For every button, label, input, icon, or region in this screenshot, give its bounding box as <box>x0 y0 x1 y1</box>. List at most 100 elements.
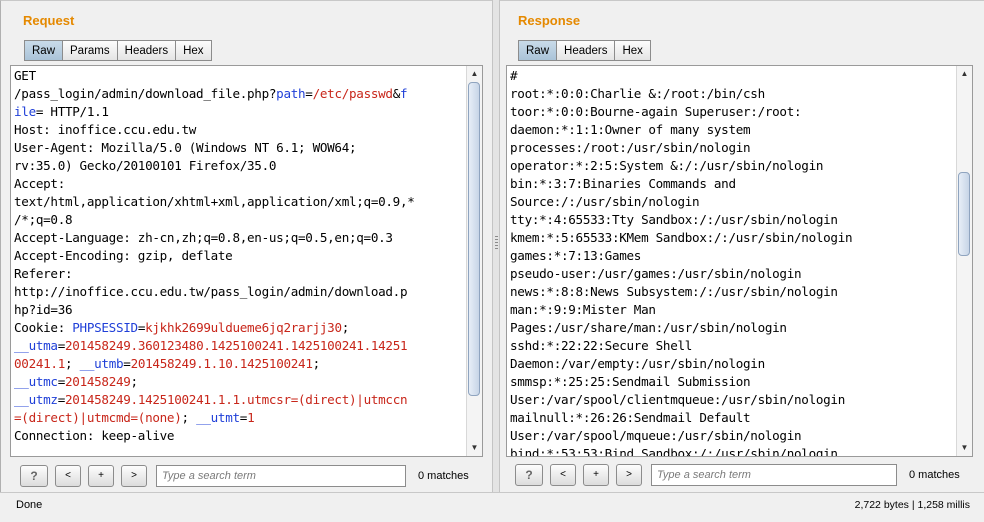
text-segment: man:*:9:9:Mister Man <box>510 302 656 317</box>
text-segment: kmem:*:5:65533:KMem Sandbox:/:/usr/sbin/… <box>510 230 853 245</box>
text-segment: User-Agent: Mozilla/5.0 (Windows NT 6.1;… <box>14 140 357 155</box>
response-search-input[interactable]: Type a search term <box>651 464 897 486</box>
request-scrollbar[interactable]: ▲ ▼ <box>466 66 482 456</box>
text-line: /*;q=0.8 <box>14 211 465 229</box>
text-segment: text/html,application/xhtml+xml,applicat… <box>14 194 415 209</box>
grip-icon[interactable] <box>495 236 498 250</box>
text-segment: = HTTP/1.1 <box>35 104 109 119</box>
text-segment: pseudo-user:/usr/games:/usr/sbin/nologin <box>510 266 802 281</box>
text-segment: = <box>57 374 66 389</box>
request-editor[interactable]: GET/pass_login/admin/download_file.php?p… <box>10 65 483 457</box>
text-segment: PHPSESSID <box>72 320 138 335</box>
request-search-input[interactable]: Type a search term <box>156 465 406 487</box>
text-line: ile= HTTP/1.1 <box>14 103 465 121</box>
text-segment: mailnull:*:26:26:Sendmail Default <box>510 410 751 425</box>
text-segment: ; <box>181 410 197 425</box>
text-segment: = <box>137 320 146 335</box>
text-line: Host: inoffice.ccu.edu.tw <box>14 121 465 139</box>
text-segment: __utmt <box>196 410 240 425</box>
request-tab-headers[interactable]: Headers <box>117 40 177 61</box>
text-segment: __utmc <box>14 374 58 389</box>
text-line: text/html,application/xhtml+xml,applicat… <box>14 193 465 211</box>
text-segment: Source:/:/usr/sbin/nologin <box>510 194 700 209</box>
text-line: Referer: <box>14 265 465 283</box>
response-add-button[interactable]: + <box>583 464 609 486</box>
text-line: Daemon:/var/empty:/usr/sbin/nologin <box>510 355 955 373</box>
text-segment: 201458249.1.10.1425100241 <box>130 356 313 371</box>
response-tab-headers[interactable]: Headers <box>557 40 616 61</box>
text-line: toor:*:0:0:Bourne-again Superuser:/root: <box>510 103 955 121</box>
text-segment: Pages:/usr/share/man:/usr/sbin/nologin <box>510 320 787 335</box>
response-tabs: Raw Headers Hex <box>518 40 651 61</box>
text-line: bin:*:3:7:Binaries Commands and <box>510 175 955 193</box>
text-line: # <box>510 67 955 85</box>
status-text: Done <box>16 499 43 511</box>
request-add-button[interactable]: + <box>88 465 114 487</box>
text-line: news:*:8:8:News Subsystem:/:/usr/sbin/no… <box>510 283 955 301</box>
text-line: 00241.1; __utmb=201458249.1.10.142510024… <box>14 355 465 373</box>
text-segment: hp?id=36 <box>14 302 73 317</box>
request-next-button[interactable]: > <box>121 465 147 487</box>
text-segment: 201458249.1425100241.1.1.utmcsr=(direct)… <box>65 392 408 407</box>
text-segment: bind:*:53:53:Bind Sandbox:/:/usr/sbin/no… <box>510 446 838 457</box>
response-text[interactable]: # root:*:0:0:Charlie &:/root:/bin/csh toor… <box>510 67 955 457</box>
response-scroll-thumb[interactable] <box>958 172 970 256</box>
text-segment: smmsp:*:25:25:Sendmail Submission <box>510 374 751 389</box>
text-segment: ile <box>14 104 36 119</box>
response-editor[interactable]: # root:*:0:0:Charlie &:/root:/bin/csh toor… <box>506 65 973 457</box>
text-segment: sshd:*:22:22:Secure Shell <box>510 338 693 353</box>
text-line: operator:*:2:5:System &:/:/usr/sbin/nolo… <box>510 157 955 175</box>
scroll-down-icon[interactable]: ▼ <box>467 440 482 456</box>
request-prev-button[interactable]: < <box>55 465 81 487</box>
text-segment: 1 <box>247 410 255 425</box>
request-help-button[interactable]: ? <box>20 465 48 487</box>
text-line: root:*:0:0:Charlie &:/root:/bin/csh <box>510 85 955 103</box>
text-line: sshd:*:22:22:Secure Shell <box>510 337 955 355</box>
text-line: __utmc=201458249; <box>14 373 465 391</box>
response-tab-raw[interactable]: Raw <box>518 40 558 61</box>
split-divider[interactable] <box>492 0 500 492</box>
text-line: man:*:9:9:Mister Man <box>510 301 955 319</box>
request-search-row: ? < + > Type a search term 0 matches <box>20 464 469 488</box>
scroll-up-icon[interactable]: ▲ <box>957 66 972 82</box>
text-segment: __utmb <box>79 356 124 371</box>
text-line: User:/var/spool/mqueue:/usr/sbin/nologin <box>510 427 955 445</box>
response-tab-hex[interactable]: Hex <box>615 40 651 61</box>
response-prev-button[interactable]: < <box>550 464 576 486</box>
scroll-up-icon[interactable]: ▲ <box>467 66 482 82</box>
text-line: Cookie: PHPSESSID=kjkhk2699uldueme6jq2ra… <box>14 319 465 337</box>
text-segment: root:*:0:0:Charlie &:/root:/bin/csh <box>510 86 765 101</box>
text-segment: Daemon:/var/empty:/usr/sbin/nologin <box>510 356 765 371</box>
text-segment: /*;q=0.8 <box>14 212 73 227</box>
text-segment: 201458249 <box>65 374 131 389</box>
text-segment: ; <box>64 356 80 371</box>
text-segment: Accept-Encoding: gzip, deflate <box>14 248 233 263</box>
text-segment: tty:*:4:65533:Tty Sandbox:/:/usr/sbin/no… <box>510 212 838 227</box>
response-help-button[interactable]: ? <box>515 464 543 486</box>
text-line: Pages:/usr/share/man:/usr/sbin/nologin <box>510 319 955 337</box>
request-text[interactable]: GET/pass_login/admin/download_file.php?p… <box>14 67 465 445</box>
text-line: bind:*:53:53:Bind Sandbox:/:/usr/sbin/no… <box>510 445 955 457</box>
request-scroll-thumb[interactable] <box>468 82 480 396</box>
response-scrollbar[interactable]: ▲ ▼ <box>956 66 972 456</box>
text-line: Accept: <box>14 175 465 193</box>
text-segment: User:/var/spool/mqueue:/usr/sbin/nologin <box>510 428 802 443</box>
text-line: __utmz=201458249.1425100241.1.1.utmcsr=(… <box>14 391 465 409</box>
text-segment: # <box>510 68 518 83</box>
text-line: Connection: keep-alive <box>14 427 465 445</box>
response-next-button[interactable]: > <box>616 464 642 486</box>
scroll-down-icon[interactable]: ▼ <box>957 440 972 456</box>
request-tab-params[interactable]: Params <box>63 40 118 61</box>
text-line: kmem:*:5:65533:KMem Sandbox:/:/usr/sbin/… <box>510 229 955 247</box>
request-tab-raw[interactable]: Raw <box>24 40 64 61</box>
text-line: Source:/:/usr/sbin/nologin <box>510 193 955 211</box>
request-tab-hex[interactable]: Hex <box>176 40 212 61</box>
text-segment: http://inoffice.ccu.edu.tw/pass_login/ad… <box>14 284 408 299</box>
response-matches-count: 0 matches <box>909 469 960 481</box>
response-search-row: ? < + > Type a search term 0 matches <box>515 463 960 487</box>
text-segment: = <box>239 410 248 425</box>
text-segment: processes:/root:/usr/sbin/nologin <box>510 140 751 155</box>
text-segment: 00241.1 <box>14 356 65 371</box>
text-segment: bin:*:3:7:Binaries Commands and <box>510 176 736 191</box>
text-line: =(direct)|utmcmd=(none); __utmt=1 <box>14 409 465 427</box>
